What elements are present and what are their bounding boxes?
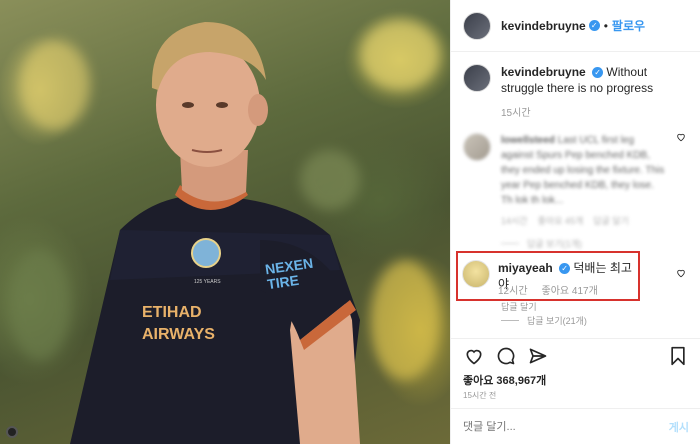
like-comment-icon[interactable] (676, 132, 686, 145)
like-comment-icon[interactable] (676, 268, 686, 281)
likes-count[interactable]: 좋아요 368,967개 (463, 372, 546, 388)
caption-text-block: kevindebruyne ✓ Without struggle there i… (501, 64, 681, 96)
comment-blurred: lowellsteed Last UCL first leg against S… (463, 133, 688, 250)
verified-badge-icon: ✓ (588, 20, 600, 31)
comment-time: 14시간 (501, 216, 528, 226)
comment-avatar[interactable] (462, 260, 490, 288)
reply-button[interactable]: 답글 달기 (501, 300, 537, 313)
verified-badge-icon: ✓ (559, 263, 571, 275)
caption-username[interactable]: kevindebruyne (501, 65, 586, 79)
comment-bubble-icon[interactable] (495, 345, 517, 367)
comment-likes[interactable]: 좋아요 417개 (542, 282, 598, 297)
post-timestamp: 15시간 전 (463, 391, 497, 400)
player-figure (70, 22, 360, 444)
post-photo[interactable]: NEXEN TIRE ETIHAD AIRWAYS 125 YEARS (0, 0, 450, 444)
view-replies-label[interactable]: 답글 보기(21개) (527, 314, 587, 327)
share-icon[interactable] (527, 345, 549, 367)
view-replies[interactable]: 답글 보기(21개) (501, 314, 587, 327)
post-comment-button[interactable]: 게시 (669, 419, 689, 435)
caption-time: 15시간 (501, 108, 531, 119)
view-replies[interactable]: 답글 보기(1개) (501, 237, 688, 250)
view-replies-label[interactable]: 답글 보기(1개) (527, 237, 582, 250)
crest-label: 125 YEARS (194, 279, 221, 285)
separator-dot: • (603, 18, 608, 33)
comment-username[interactable]: lowellsteed (501, 135, 555, 146)
add-comment-bar: 게시 (451, 408, 700, 444)
tag-icon[interactable] (6, 426, 18, 438)
author-avatar[interactable] (463, 11, 491, 40)
follow-button[interactable]: 팔로우 (612, 17, 645, 34)
post-header: kevindebruyne ✓ • 팔로우 (451, 0, 700, 52)
shirt-sponsor: ETIHAD AIRWAYS (142, 304, 215, 343)
instagram-post: NEXEN TIRE ETIHAD AIRWAYS 125 YEARS kevi… (0, 0, 700, 444)
comment-username[interactable]: miyayeah (498, 261, 553, 275)
verified-badge-icon: ✓ (592, 67, 604, 79)
highlighted-comment-box: miyayeah ✓ 덕배는 최고야 12시간 좋아요 417개 (456, 251, 640, 301)
comment-time: 12시간 (498, 286, 528, 297)
bookmark-icon[interactable] (667, 345, 689, 367)
caption: kevindebruyne ✓ Without struggle there i… (463, 64, 688, 96)
comment-likes[interactable]: 좋아요 45개 (538, 216, 584, 226)
post-actions (451, 338, 700, 372)
comment-avatar[interactable] (463, 133, 491, 161)
comment-input[interactable] (463, 420, 669, 433)
reply-button[interactable]: 답글 달기 (593, 216, 629, 226)
author-username[interactable]: kevindebruyne (501, 19, 586, 33)
caption-avatar[interactable] (463, 64, 491, 92)
post-side-panel: kevindebruyne ✓ • 팔로우 kevindebruyne ✓ Wi… (450, 0, 700, 444)
comment-meta: 14시간 좋아요 45개 답글 달기 (501, 214, 688, 227)
like-heart-icon[interactable] (463, 345, 485, 367)
